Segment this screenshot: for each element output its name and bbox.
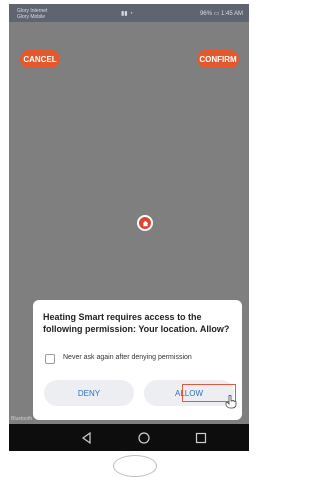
never-ask-label[interactable]: Never ask again after denying permission	[63, 354, 192, 361]
bluetooth-label: Bluetooth	[11, 416, 33, 422]
status-right: 96% ▭ 1:45 AM	[200, 10, 243, 17]
battery-icon: ▭	[213, 11, 220, 17]
signal-icon: ▮▮	[121, 11, 128, 17]
battery-percent: 96%	[199, 11, 212, 17]
deny-button[interactable]: DENY	[44, 380, 134, 406]
permission-dialog: Heating Smart requires access to the fol…	[33, 300, 242, 420]
location-marker-icon[interactable]	[137, 215, 153, 231]
cancel-button[interactable]: CANCEL	[20, 50, 60, 68]
wifi-icon: ◔	[129, 11, 133, 17]
never-ask-checkbox[interactable]	[45, 354, 55, 364]
pointer-hand-icon	[225, 395, 237, 409]
phone-screen: Glory Internet Glory Mobile ▮▮ ◔ 96% ▭ 1…	[9, 4, 249, 451]
carrier-info: Glory Internet Glory Mobile	[17, 8, 47, 20]
clock: 1:45 AM	[220, 11, 243, 17]
status-icons: ▮▮ ◔	[121, 10, 133, 17]
home-circle-icon[interactable]	[137, 431, 151, 445]
dialog-message: Heating Smart requires access to the fol…	[43, 312, 230, 334]
device-bottom-arc	[113, 455, 157, 477]
home-glyph-icon	[142, 220, 148, 226]
recents-square-icon[interactable]	[194, 431, 208, 445]
confirm-button[interactable]: CONFIRM	[197, 50, 239, 68]
status-bar: Glory Internet Glory Mobile ▮▮ ◔ 96% ▭ 1…	[9, 4, 249, 22]
carrier-line-2: Glory Mobile	[17, 14, 46, 20]
navigation-bar	[9, 424, 249, 451]
back-triangle-icon[interactable]	[80, 431, 94, 445]
